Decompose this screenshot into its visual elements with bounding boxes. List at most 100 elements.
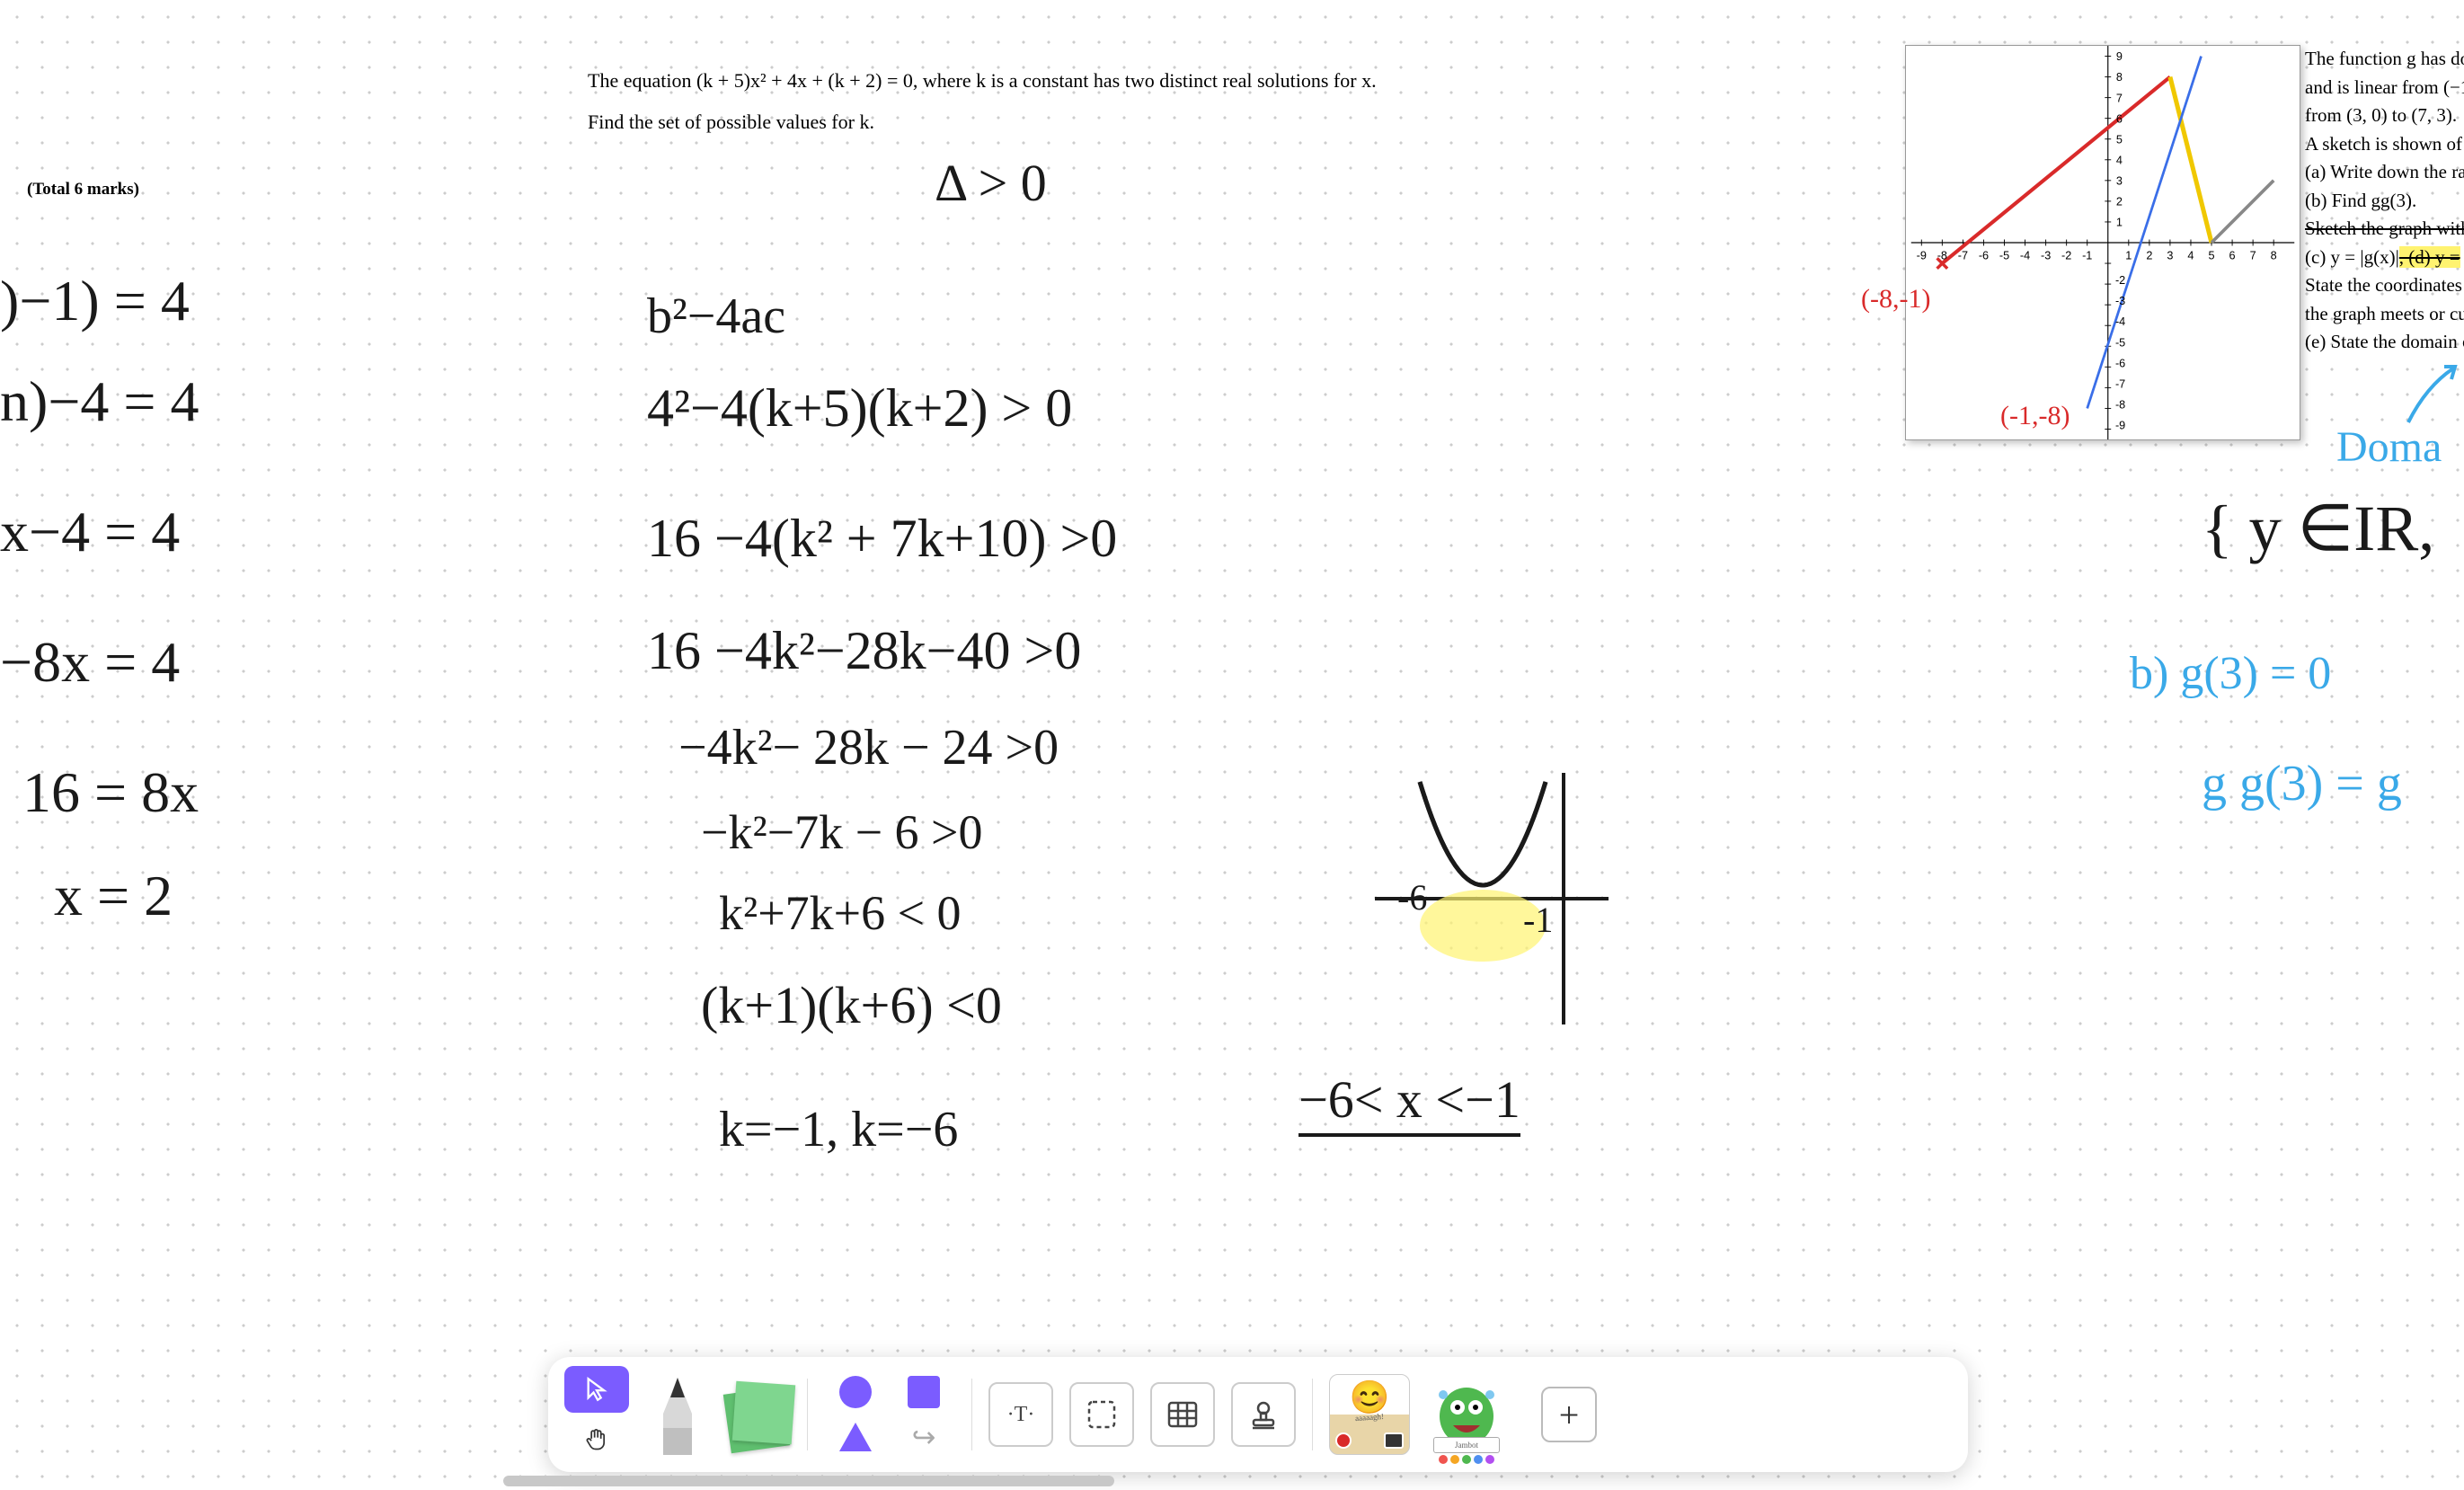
- svg-text:-3: -3: [2115, 295, 2125, 307]
- graph-label-pt2: (-1,-8): [2000, 401, 2070, 431]
- arrow-drawn-icon: [2399, 359, 2464, 431]
- p2-l11: (e) State the domain o: [2305, 328, 2464, 357]
- graph-label-pt1: (-8,-1): [1861, 284, 1930, 315]
- problem1-line2: Find the set of possible values for k.: [588, 106, 874, 137]
- svg-text:2: 2: [2116, 196, 2123, 208]
- hw-eq4: −4k²− 28k − 24 >0: [678, 719, 1059, 776]
- pen-icon: [652, 1374, 703, 1455]
- hw-delta: Δ > 0: [935, 153, 1047, 213]
- parabola-sketch: -6 -1: [1375, 764, 1644, 1038]
- parabola-label-neg6: -6: [1397, 876, 1427, 918]
- toolbar-divider-3: [1312, 1379, 1313, 1450]
- p2-l7: Sketch the graph with: [2305, 215, 2464, 244]
- arrow-icon: ↪: [912, 1420, 936, 1454]
- hw-left-1: )−1) = 4: [0, 268, 190, 334]
- svg-text:3: 3: [2116, 174, 2123, 187]
- svg-text:4: 4: [2116, 154, 2123, 166]
- circle-shape-tool[interactable]: [824, 1372, 887, 1412]
- smiley-icon: 😊: [1350, 1379, 1390, 1416]
- hw-left-3: x−4 = 4: [0, 499, 180, 565]
- svg-text:-6: -6: [2115, 357, 2125, 369]
- svg-text:-7: -7: [1958, 249, 1968, 262]
- toolbar-divider: [807, 1379, 808, 1450]
- problem1-line1: The equation (k + 5)x² + 4x + (k + 2) = …: [588, 65, 1377, 96]
- p2-l3: from (3, 0) to (7, 3).: [2305, 102, 2464, 130]
- svg-text:-5: -5: [1999, 249, 2009, 262]
- hw-eq7: (k+1)(k+6) <0: [701, 975, 1002, 1035]
- square-icon: [908, 1376, 940, 1408]
- camera-icon: [1384, 1432, 1404, 1449]
- hw-yset: { y ∈IR,: [2202, 490, 2434, 566]
- add-tool-button[interactable]: +: [1541, 1387, 1597, 1442]
- svg-text:-1: -1: [2082, 249, 2092, 262]
- p2-l10: the graph meets or cu: [2305, 300, 2464, 329]
- shapes-group: ↪: [824, 1372, 955, 1457]
- hw-answer: −6< x <−1: [1298, 1069, 1520, 1137]
- square-shape-tool[interactable]: [892, 1372, 955, 1412]
- hw-part-b: b) g(3) = 0: [2130, 647, 2331, 700]
- hw-left-4: −8x = 4: [0, 629, 180, 696]
- svg-text:5: 5: [2209, 249, 2215, 262]
- record-dot-icon: [1335, 1432, 1352, 1449]
- svg-text:-2: -2: [2061, 249, 2071, 262]
- pen-tool[interactable]: [645, 1365, 710, 1464]
- hw-eq2: 16 −4(k² + 7k+10) >0: [647, 508, 1117, 570]
- parabola-label-neg1: -1: [1523, 899, 1553, 941]
- hw-eq3: 16 −4k²−28k−40 >0: [647, 620, 1081, 682]
- hw-eq6: k²+7k+6 < 0: [719, 885, 962, 941]
- p2-l9: State the coordinates: [2305, 271, 2464, 300]
- hw-left-5: 16 = 8x: [22, 759, 199, 826]
- svg-text:-8: -8: [1937, 249, 1947, 262]
- svg-text:8: 8: [2116, 71, 2123, 84]
- svg-text:-2: -2: [2115, 274, 2125, 287]
- stamp-icon: [1247, 1398, 1280, 1431]
- svg-text:1: 1: [2116, 217, 2123, 229]
- svg-text:-4: -4: [2020, 249, 2030, 262]
- svg-text:8: 8: [2271, 249, 2277, 262]
- p2-l6: (b) Find gg(3).: [2305, 187, 2464, 216]
- hw-eq8: k=−1, k=−6: [719, 1101, 958, 1158]
- problem1-marks: (Total 6 marks): [27, 180, 139, 200]
- p2-l5: (a) Write down the ra: [2305, 158, 2464, 187]
- sticky-note-tool[interactable]: [726, 1365, 791, 1464]
- hw-eq1: 4²−4(k+5)(k+2) > 0: [647, 377, 1072, 439]
- p2-l8: (c) y = |g(x)|, (d) y =: [2305, 244, 2464, 272]
- table-icon: [1166, 1398, 1199, 1431]
- svg-text:6: 6: [2229, 249, 2236, 262]
- hand-icon: [584, 1427, 609, 1452]
- circle-icon: [839, 1376, 872, 1408]
- svg-text:-6: -6: [1979, 249, 1989, 262]
- sticker-smiley[interactable]: 😊 aaaaagh!: [1329, 1374, 1410, 1455]
- stamp-tool[interactable]: [1231, 1382, 1296, 1447]
- sticker-monster[interactable]: Jambot: [1426, 1374, 1507, 1455]
- p2-l4: A sketch is shown of: [2305, 130, 2464, 159]
- triangle-shape-tool[interactable]: [824, 1417, 887, 1457]
- text-tool[interactable]: ·T·: [988, 1382, 1053, 1447]
- frame-tool[interactable]: [1069, 1382, 1134, 1447]
- select-tool[interactable]: [564, 1366, 629, 1413]
- hw-left-6: x = 2: [54, 863, 173, 929]
- svg-text:3: 3: [2167, 249, 2173, 262]
- horizontal-scrollbar[interactable]: [503, 1476, 1114, 1486]
- hw-gg3: g g(3) = g: [2202, 755, 2402, 812]
- svg-text:-8: -8: [2115, 398, 2125, 411]
- svg-text:-5: -5: [2115, 336, 2125, 349]
- triangle-icon: [839, 1423, 872, 1451]
- hw-left-2: n)−4 = 4: [0, 368, 199, 435]
- svg-text:-4: -4: [2115, 315, 2125, 328]
- svg-text:1: 1: [2125, 249, 2132, 262]
- pan-tool[interactable]: [564, 1416, 629, 1463]
- graph-panel: -9-8-7-6-5-4-3-2-112345678 987654321 -2-…: [1905, 45, 2300, 440]
- arrow-shape-tool[interactable]: ↪: [892, 1417, 955, 1457]
- svg-text:7: 7: [2250, 249, 2256, 262]
- whiteboard-canvas[interactable]: The equation (k + 5)x² + 4x + (k + 2) = …: [0, 0, 2464, 1490]
- toolbar-divider-2: [971, 1379, 972, 1450]
- p2-l2: and is linear from (−1: [2305, 74, 2464, 102]
- svg-text:4: 4: [2187, 249, 2194, 262]
- svg-text:-3: -3: [2041, 249, 2051, 262]
- table-tool[interactable]: [1150, 1382, 1215, 1447]
- svg-text:2: 2: [2146, 249, 2152, 262]
- hw-eq5: −k²−7k − 6 >0: [701, 804, 983, 860]
- hw-domain: Doma: [2336, 422, 2442, 472]
- svg-text:5: 5: [2116, 133, 2123, 146]
